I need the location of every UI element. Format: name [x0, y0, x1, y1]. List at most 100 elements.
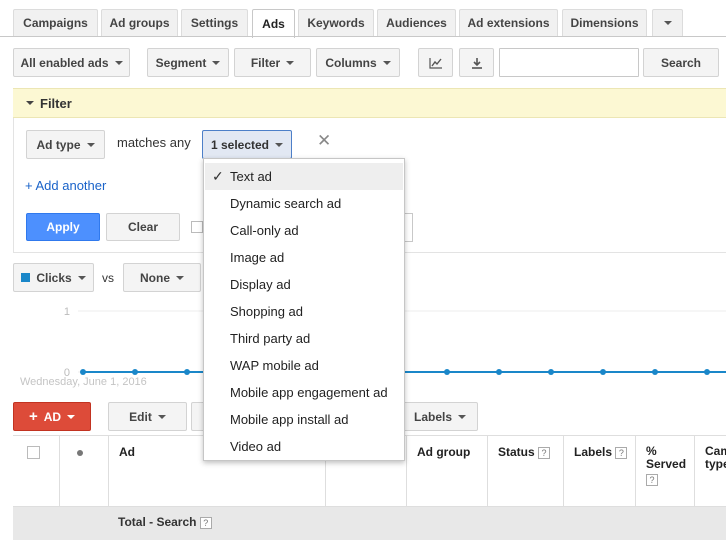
- chevron-down-icon: [275, 142, 284, 147]
- menu-item-label: Call-only ad: [230, 223, 299, 238]
- download-icon: [471, 57, 482, 69]
- clear-button-label: Clear: [127, 220, 159, 234]
- search-button[interactable]: Search: [643, 48, 719, 77]
- remove-filter-icon[interactable]: ✕: [317, 131, 331, 151]
- chart-data-point[interactable]: [444, 369, 450, 375]
- tab-ads[interactable]: Ads: [252, 9, 295, 38]
- download-button[interactable]: [459, 48, 494, 77]
- chart-toggle-button[interactable]: [418, 48, 453, 77]
- menu-item-video-ad[interactable]: Video ad: [205, 433, 403, 460]
- add-another-link[interactable]: + Add another: [25, 178, 106, 193]
- tab-campaigns[interactable]: Campaigns: [13, 9, 98, 36]
- tab-audiences[interactable]: Audiences: [377, 9, 456, 36]
- column-header-percent-served-label: % Served: [646, 444, 687, 471]
- chart-data-point[interactable]: [80, 369, 86, 375]
- apply-button-label: Apply: [46, 220, 80, 234]
- segment-button[interactable]: Segment: [147, 48, 229, 77]
- total-row-label-cell: Total - Search ?: [118, 515, 212, 529]
- tab-dimensions[interactable]: Dimensions: [562, 9, 647, 36]
- chevron-down-icon: [67, 414, 76, 419]
- chevron-down-icon: [663, 21, 672, 25]
- edit-button[interactable]: Edit: [108, 402, 187, 431]
- metric1-label: Clicks: [36, 270, 72, 285]
- chart-y-tick-label: 1: [64, 306, 70, 318]
- column-header-campaign-type-label: Cam type: [705, 444, 726, 471]
- help-icon[interactable]: ?: [615, 446, 628, 459]
- chart-data-point[interactable]: [548, 369, 554, 375]
- status-dropdown[interactable]: All enabled ads: [13, 48, 130, 77]
- menu-item-shopping-ad[interactable]: Shopping ad: [205, 298, 403, 325]
- chevron-down-icon: [157, 414, 166, 419]
- labels-button[interactable]: Labels: [402, 402, 478, 431]
- filter-field-label: Ad type: [36, 137, 81, 152]
- columns-button[interactable]: Columns: [316, 48, 400, 77]
- help-icon[interactable]: ?: [199, 516, 212, 529]
- search-input[interactable]: [499, 48, 639, 77]
- chevron-down-icon: [212, 60, 221, 65]
- menu-item-third-party-ad[interactable]: Third party ad: [205, 325, 403, 352]
- chart-data-point[interactable]: [132, 369, 138, 375]
- menu-item-label: Third party ad: [230, 331, 311, 346]
- help-icon[interactable]: ?: [538, 446, 551, 459]
- menu-item-call-only-ad[interactable]: Call-only ad: [205, 217, 403, 244]
- chart-date-label: Wednesday, June 1, 2016: [20, 376, 147, 388]
- menu-item-text-ad[interactable]: ✓ Text ad: [205, 163, 403, 190]
- column-header-labels-label: Labels: [574, 445, 613, 459]
- menu-item-mobile-app-engagement-ad[interactable]: Mobile app engagement ad: [205, 379, 403, 406]
- chart-data-point[interactable]: [600, 369, 606, 375]
- filter-bar[interactable]: Filter: [13, 88, 726, 118]
- tab-ad-groups[interactable]: Ad groups: [101, 9, 178, 36]
- add-ad-label: AD: [43, 409, 62, 424]
- column-header-status[interactable]: Status ?: [487, 436, 563, 506]
- chevron-down-icon: [86, 142, 95, 147]
- menu-item-image-ad[interactable]: Image ad: [205, 244, 403, 271]
- chevron-down-icon: [77, 275, 86, 280]
- columns-label: Columns: [325, 55, 377, 70]
- metric2-dropdown[interactable]: None: [123, 263, 201, 292]
- menu-item-wap-mobile-ad[interactable]: WAP mobile ad: [205, 352, 403, 379]
- menu-item-dynamic-search-ad[interactable]: Dynamic search ad: [205, 190, 403, 217]
- menu-item-label: Shopping ad: [230, 304, 304, 319]
- tab-settings[interactable]: Settings: [181, 9, 248, 36]
- apply-button[interactable]: Apply: [26, 213, 100, 241]
- help-icon[interactable]: ?: [646, 474, 658, 487]
- column-header-ad-group-label: Ad group: [417, 445, 471, 459]
- filter-label: Filter: [250, 55, 281, 70]
- edit-label: Edit: [129, 409, 152, 424]
- filter-field-dropdown[interactable]: Ad type: [26, 130, 105, 159]
- chart-data-point[interactable]: [496, 369, 502, 375]
- menu-item-label: WAP mobile ad: [230, 358, 319, 373]
- collapse-triangle-icon: [26, 101, 34, 105]
- metric1-dropdown[interactable]: Clicks: [13, 263, 94, 292]
- chart-data-point[interactable]: [704, 369, 710, 375]
- line-chart-icon: [428, 57, 442, 69]
- column-header-ad-group[interactable]: Ad group: [406, 436, 487, 506]
- status-dropdown-label: All enabled ads: [20, 55, 109, 70]
- filter-value-dropdown[interactable]: 1 selected: [202, 130, 292, 159]
- clear-button[interactable]: Clear: [106, 213, 180, 241]
- column-header-labels[interactable]: Labels ?: [563, 436, 635, 506]
- vs-label: vs: [102, 271, 114, 285]
- filter-operator: matches any: [117, 135, 191, 150]
- more-tabs-button[interactable]: [652, 9, 683, 36]
- chart-data-point[interactable]: [652, 369, 658, 375]
- status-dot-icon: [77, 450, 83, 456]
- column-header-ad-label: Ad: [119, 445, 135, 459]
- add-ad-button[interactable]: + AD: [13, 402, 91, 431]
- metric1-color-swatch: [21, 273, 31, 282]
- column-header-percent-served[interactable]: % Served ?: [635, 436, 694, 506]
- save-filter-checkbox[interactable]: [191, 221, 203, 233]
- menu-item-mobile-app-install-ad[interactable]: Mobile app install ad: [205, 406, 403, 433]
- tab-ad-extensions[interactable]: Ad extensions: [459, 9, 558, 36]
- menu-item-label: Image ad: [230, 250, 285, 265]
- menu-item-label: Dynamic search ad: [230, 196, 342, 211]
- column-header-campaign-type[interactable]: Cam type: [694, 436, 726, 506]
- chart-data-point[interactable]: [184, 369, 190, 375]
- filter-bar-title: Filter: [40, 96, 72, 111]
- tab-keywords[interactable]: Keywords: [298, 9, 374, 36]
- filter-button[interactable]: Filter: [234, 48, 311, 77]
- select-all-checkbox[interactable]: [27, 446, 40, 459]
- menu-item-display-ad[interactable]: Display ad: [205, 271, 403, 298]
- search-button-label: Search: [660, 55, 702, 70]
- metric2-label: None: [140, 270, 170, 285]
